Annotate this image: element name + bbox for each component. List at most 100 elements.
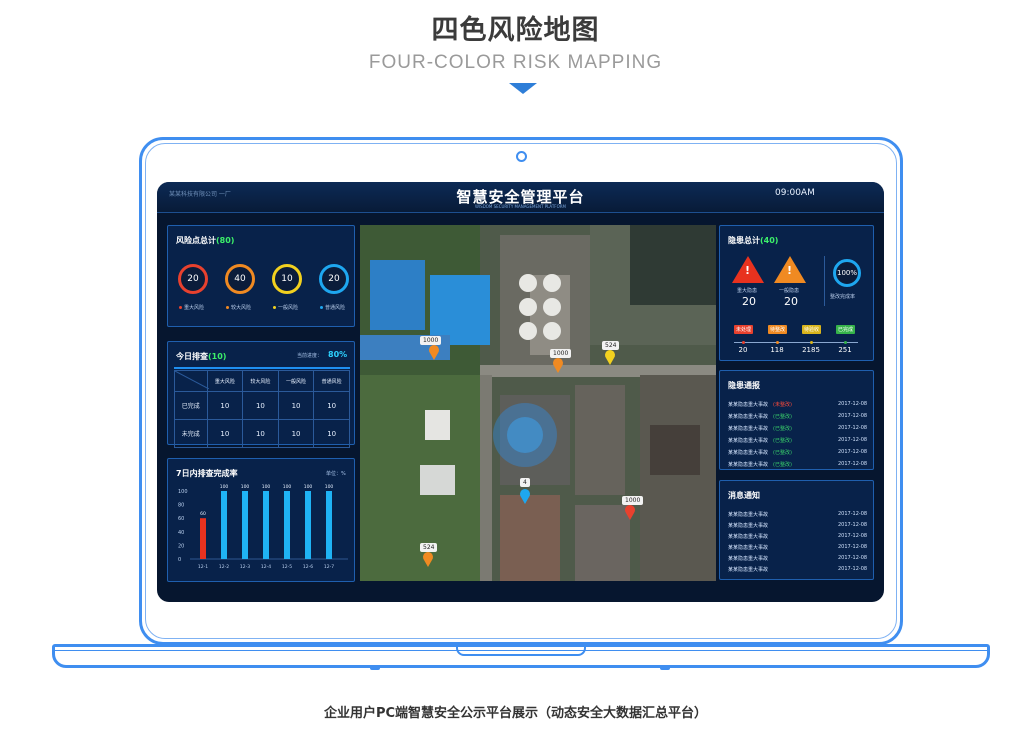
warning-icon: ! (774, 256, 806, 283)
today-table: 重大风险 较大风险 一般风险 普通风险 已完成 10 10 10 10 未完成 … (174, 370, 350, 448)
notice-item-status: (已整改) (773, 438, 792, 444)
step-value: 20 (738, 346, 748, 354)
y-tick-label: 0 (178, 557, 181, 563)
hazard-panel-title: 隐患总计(40) (728, 236, 779, 245)
week-completion-panel[interactable]: 7日内排查完成率 单位：% 100 80 60 40 20 0 60 12-1 100 12-2 1… (167, 458, 355, 582)
chart-bar[interactable] (221, 491, 227, 559)
step-value: 118 (770, 346, 784, 354)
message-item-text[interactable]: 某某隐患重大事故 (728, 544, 768, 551)
table-row[interactable]: 未完成 10 10 10 10 (174, 419, 350, 448)
step-dot-icon (844, 341, 847, 344)
message-item-date: 2017-12-08 (838, 522, 868, 528)
progress-label: 当前进度： (297, 353, 323, 359)
message-item-text[interactable]: 某某隐患重大事故 (728, 533, 768, 540)
step-dot-icon (776, 341, 779, 344)
message-item-date: 2017-12-08 (838, 555, 868, 561)
risk-legend-item: 重大风险 (179, 304, 204, 311)
message-item-text[interactable]: 某某隐患重大事故 (728, 555, 768, 562)
chart-bar[interactable] (200, 518, 206, 559)
message-item-text[interactable]: 某某隐患重大事故 (728, 511, 768, 518)
camera-icon (516, 151, 527, 162)
chart-bar[interactable] (284, 491, 290, 559)
chart-bar[interactable] (305, 491, 311, 559)
dashboard-screen: 某某科技有限公司 一厂 智慧安全管理平台 WISDOM SECURITY MAN… (157, 182, 884, 602)
bar-value-label: 100 (304, 484, 313, 490)
hazard-panel[interactable]: 隐患总计(40) ! ! 重大隐患 一般隐患 20 20 100% 整改完成率 … (719, 225, 874, 361)
today-check-panel[interactable]: 今日排查(10) 当前进度： 80% 重大风险 较大风险 一般风险 普通风险 已… (167, 341, 355, 448)
bar-value-label: 100 (241, 484, 250, 490)
y-tick-label: 80 (178, 503, 184, 509)
message-item-text[interactable]: 某某隐患重大事故 (728, 522, 768, 529)
risk-ring[interactable]: 40 (225, 264, 255, 294)
risk-panel-title: 风险点总计(80) (176, 236, 235, 245)
process-line (734, 342, 858, 343)
y-tick-label: 60 (178, 516, 184, 522)
message-item-text[interactable]: 某某隐患重大事故 (728, 566, 768, 573)
notice-item-date: 2017-12-08 (838, 461, 868, 467)
chart-bar[interactable] (326, 491, 332, 559)
notice-item-text[interactable]: 某某隐患重大事故 (728, 449, 768, 456)
table-header: 一般风险 (277, 370, 315, 392)
map-pins (423, 345, 635, 567)
notice-item-date: 2017-12-08 (838, 425, 868, 431)
notice-item-text[interactable]: 某某隐患重大事故 (728, 461, 768, 468)
risk-ring[interactable]: 20 (319, 264, 349, 294)
chart-bar[interactable] (263, 491, 269, 559)
y-tick-label: 20 (178, 543, 184, 549)
notice-item-text[interactable]: 某某隐患重大事故 (728, 401, 768, 408)
status-badge[interactable]: 已完成 (836, 325, 856, 334)
progress-value: 80% (328, 350, 348, 359)
general-hazard-label: 一般隐患 (779, 288, 800, 294)
notice-item-date: 2017-12-08 (838, 401, 868, 407)
bar-value-label: 100 (283, 484, 292, 490)
risk-ring[interactable]: 10 (272, 264, 302, 294)
hazard-notice-panel[interactable]: 隐患通报 某某隐患重大事故 (未整改) 2017-12-08 某某隐患重大事故 (已整改… (719, 370, 874, 470)
table-header: 重大风险 (206, 370, 244, 392)
y-tick-label: 100 (178, 489, 188, 495)
risk-legend-item: 普通风险 (320, 304, 345, 311)
message-item-date: 2017-12-08 (838, 511, 868, 517)
bar-value-label: 100 (220, 484, 229, 490)
bar-value-label: 100 (325, 484, 334, 490)
chart-unit: 单位：% (326, 471, 346, 477)
notice-item-text[interactable]: 某某隐患重大事故 (728, 425, 768, 432)
laptop-foot (370, 666, 380, 670)
status-badge[interactable]: 待整改 (768, 325, 788, 334)
legend-dot-icon (226, 306, 229, 309)
risk-ring[interactable]: 20 (178, 264, 208, 294)
risk-panel[interactable]: 风险点总计(80) 20 重大风险 40 较大风险 10 一般风险 20 普通风险 (167, 225, 355, 327)
notice-item-date: 2017-12-08 (838, 449, 868, 455)
page-title: 四色风险地图 (431, 15, 600, 46)
app-subtitle: WISDOM SECURITY MANAGEMENT PLATFORM (475, 204, 566, 209)
laptop-foot (660, 666, 670, 670)
progress-line (174, 367, 350, 369)
x-tick-label: 12-5 (282, 564, 292, 570)
bar-value-label: 60 (200, 511, 206, 517)
message-item-date: 2017-12-08 (838, 566, 868, 572)
table-row[interactable]: 已完成 10 10 10 10 (174, 391, 350, 420)
notice-item-status: (未整改) (773, 402, 792, 408)
chart-bar[interactable] (242, 491, 248, 559)
bar-value-label: 100 (262, 484, 271, 490)
status-badge[interactable]: 未处理 (734, 325, 754, 334)
table-corner (174, 370, 209, 392)
risk-map[interactable]: 1000 1000 524 4 1000 524 (360, 225, 716, 581)
step-value: 2185 (802, 346, 820, 354)
header-divider (157, 212, 884, 213)
message-panel[interactable]: 消息通知 某某隐患重大事故 2017-12-08 某某隐患重大事故 2017-12-0… (719, 480, 874, 580)
clock: 09:00AM (775, 188, 815, 198)
notice-item-date: 2017-12-08 (838, 413, 868, 419)
notice-item-status: (已整改) (773, 414, 792, 420)
x-tick-label: 12-4 (261, 564, 271, 570)
legend-dot-icon (179, 306, 182, 309)
step-dot-icon (810, 341, 813, 344)
legend-label: 一般风险 (278, 305, 299, 311)
status-badge[interactable]: 待验收 (802, 325, 822, 334)
warning-icon: ! (732, 256, 764, 283)
notice-item-text[interactable]: 某某隐患重大事故 (728, 437, 768, 444)
x-tick-label: 12-3 (240, 564, 250, 570)
notice-item-text[interactable]: 某某隐患重大事故 (728, 413, 768, 420)
table-header: 较大风险 (242, 370, 279, 392)
notice-item-status: (已整改) (773, 462, 792, 468)
message-item-date: 2017-12-08 (838, 533, 868, 539)
